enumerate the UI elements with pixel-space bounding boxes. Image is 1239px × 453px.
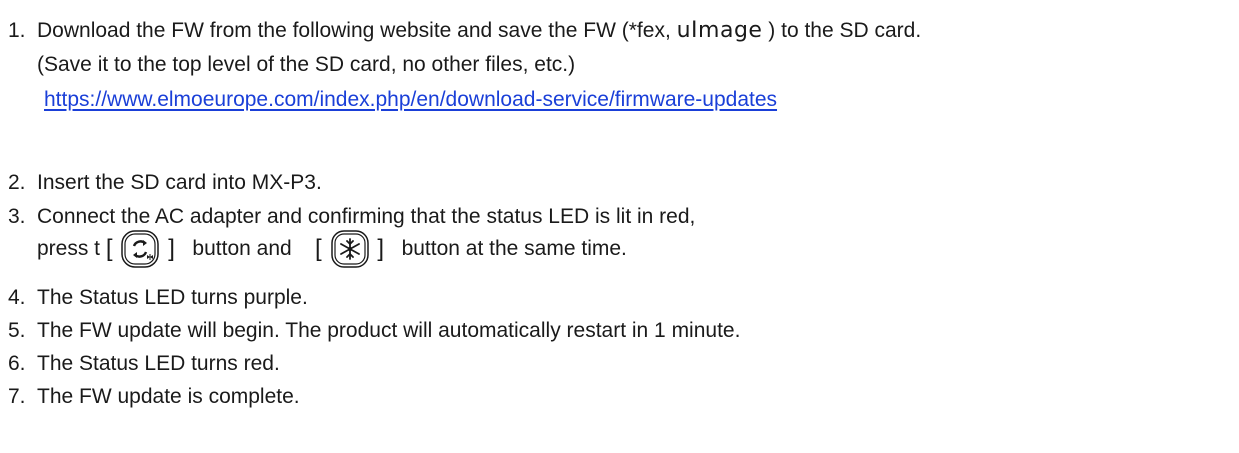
- step-4: 4. The Status LED turns purple.: [8, 285, 308, 311]
- step-text: The Status LED turns purple.: [37, 286, 308, 309]
- step-1: 1. Download the FW from the following web…: [8, 18, 921, 44]
- step-number: 3.: [8, 205, 26, 228]
- rotate-image-button-icon: [120, 229, 160, 269]
- step-7: 7. The FW update is complete.: [8, 384, 300, 410]
- step-number: 5.: [8, 319, 26, 342]
- bracket-open: [: [105, 235, 113, 263]
- freeze-button-icon: [330, 229, 370, 269]
- step-text: Download the FW from the following websi…: [37, 19, 677, 42]
- step-text: The FW update is complete.: [37, 385, 300, 408]
- step-number: 2.: [8, 171, 26, 194]
- step-number: 7.: [8, 385, 26, 408]
- step-number: 6.: [8, 352, 26, 375]
- firmware-download-link[interactable]: https://www.elmoeurope.com/index.php/en/…: [44, 88, 777, 111]
- step-text: The FW update will begin. The product wi…: [37, 319, 741, 342]
- step-number: 4.: [8, 286, 26, 309]
- same-time-text: button at the same time.: [401, 237, 627, 260]
- bracket-open-2: [: [315, 235, 322, 263]
- bracket-close: ]: [168, 235, 175, 263]
- step-2: 2. Insert the SD card into MX-P3.: [8, 170, 322, 196]
- bracket-close-2: ]: [377, 235, 385, 263]
- step-5: 5. The FW update will begin. The product …: [8, 318, 740, 344]
- step-1-note: (Save it to the top level of the SD card…: [37, 52, 575, 78]
- step-text: Insert the SD card into MX-P3.: [37, 171, 322, 194]
- button-and-text: button and: [192, 237, 292, 260]
- step-text: The Status LED turns red.: [37, 352, 280, 375]
- step-number: 1.: [8, 19, 26, 42]
- file-name-uimage: uImage: [676, 18, 763, 43]
- step-text: Connect the AC adapter and confirming th…: [37, 205, 696, 228]
- instruction-document: 1. Download the FW from the following web…: [0, 0, 1239, 453]
- press-prefix: press t: [37, 237, 101, 260]
- step-text-end: ) to the SD card.: [762, 19, 922, 42]
- note-text: (Save it to the top level of the SD card…: [37, 53, 576, 76]
- firmware-link-line: https://www.elmoeurope.com/index.php/en/…: [44, 87, 777, 113]
- step-6: 6. The Status LED turns red.: [8, 351, 280, 377]
- step-3-press-line: press t [ ] button and [] button at the…: [37, 227, 627, 271]
